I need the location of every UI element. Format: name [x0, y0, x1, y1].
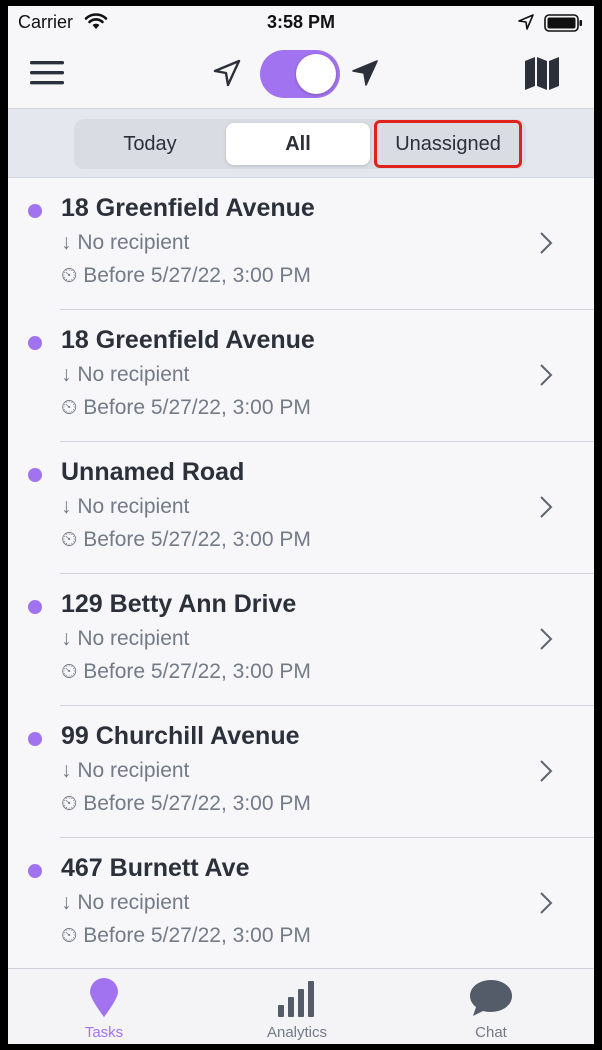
task-recipient: ↓ No recipient [61, 363, 190, 386]
status-dot [28, 732, 42, 746]
task-address: 99 Churchill Avenue [61, 722, 300, 750]
map-pin-icon [88, 977, 120, 1024]
location-filled-icon [350, 58, 380, 88]
status-time: 3:58 PM [266, 12, 336, 32]
clock-icon: ⏲︎ [61, 924, 84, 947]
clock-icon: ⏲︎ [61, 528, 84, 551]
tab-analytics-label: Analytics [266, 1024, 328, 1041]
tab-bar: Tasks Analytics Chat [8, 968, 594, 1044]
task-deadline: ⏲︎ Before 5/27/22, 3:00 PM [61, 528, 311, 552]
segment-all[interactable]: All [226, 123, 370, 165]
task-deadline: ⏲︎ Before 5/27/22, 3:00 PM [61, 792, 311, 816]
task-address: 467 Burnett Ave [61, 854, 250, 882]
bar-chart-icon [276, 977, 318, 1024]
task-row[interactable]: 467 Burnett Ave ↓ No recipient ⏲︎ Before… [8, 838, 594, 970]
task-recipient: ↓ No recipient [61, 759, 190, 782]
status-dot [28, 468, 42, 482]
task-row[interactable]: 129 Betty Ann Drive ↓ No recipient ⏲︎ Be… [8, 574, 594, 706]
clock-icon: ⏲︎ [61, 396, 84, 419]
task-deadline: ⏲︎ Before 5/27/22, 3:00 PM [61, 264, 311, 288]
task-list: 18 Greenfield Avenue ↓ No recipient ⏲︎ B… [8, 178, 594, 970]
status-dot [28, 864, 42, 878]
chevron-right-icon [536, 494, 556, 520]
tab-tasks[interactable]: Tasks [24, 969, 184, 1044]
task-row[interactable]: Unnamed Road ↓ No recipient ⏲︎ Before 5/… [8, 442, 594, 574]
task-row[interactable]: 99 Churchill Avenue ↓ No recipient ⏲︎ Be… [8, 706, 594, 838]
location-arrow-icon [518, 14, 534, 35]
task-deadline-text: Before 5/27/22, 3:00 PM [83, 792, 311, 815]
task-address: 18 Greenfield Avenue [61, 326, 315, 354]
chevron-right-icon [536, 362, 556, 388]
chevron-right-icon [536, 758, 556, 784]
clock-icon: ⏲︎ [61, 660, 84, 683]
task-deadline-text: Before 5/27/22, 3:00 PM [83, 264, 311, 287]
chat-bubble-icon [468, 977, 514, 1024]
status-bar: Carrier 3:58 PM [8, 6, 594, 42]
task-deadline: ⏲︎ Before 5/27/22, 3:00 PM [61, 660, 311, 684]
app-screen: Carrier 3:58 PM Today All Unassigned 18 … [8, 6, 594, 1044]
filter-segmented-control: Today All Unassigned [74, 119, 526, 169]
task-row[interactable]: 18 Greenfield Avenue ↓ No recipient ⏲︎ B… [8, 310, 594, 442]
map-icon[interactable] [522, 54, 562, 92]
task-address: Unnamed Road [61, 458, 245, 486]
tab-chat-label: Chat [475, 1024, 507, 1041]
segment-today[interactable]: Today [78, 123, 222, 165]
segment-unassigned[interactable]: Unassigned [374, 120, 522, 168]
status-dot [28, 204, 42, 218]
task-deadline-text: Before 5/27/22, 3:00 PM [83, 924, 311, 947]
task-deadline: ⏲︎ Before 5/27/22, 3:00 PM [61, 396, 311, 420]
task-address: 129 Betty Ann Drive [61, 590, 297, 618]
clock-icon: ⏲︎ [61, 264, 84, 287]
task-row[interactable]: 18 Greenfield Avenue ↓ No recipient ⏲︎ B… [8, 178, 594, 310]
chevron-right-icon [536, 626, 556, 652]
status-dot [28, 336, 42, 350]
toggle-knob [296, 54, 336, 94]
battery-icon [544, 14, 584, 37]
filter-bar: Today All Unassigned [8, 108, 594, 178]
task-recipient: ↓ No recipient [61, 627, 190, 650]
task-deadline: ⏲︎ Before 5/27/22, 3:00 PM [61, 924, 311, 948]
task-recipient: ↓ No recipient [61, 495, 190, 518]
task-deadline-text: Before 5/27/22, 3:00 PM [83, 396, 311, 419]
task-deadline-text: Before 5/27/22, 3:00 PM [83, 528, 311, 551]
task-address: 18 Greenfield Avenue [61, 194, 315, 222]
chevron-right-icon [536, 890, 556, 916]
location-outline-icon [212, 58, 242, 88]
hamburger-menu-icon[interactable] [28, 56, 68, 90]
tab-analytics[interactable]: Analytics [217, 969, 377, 1044]
tab-tasks-label: Tasks [84, 1024, 124, 1041]
nav-header [8, 42, 594, 108]
clock-icon: ⏲︎ [61, 792, 84, 815]
status-dot [28, 600, 42, 614]
chevron-right-icon [536, 230, 556, 256]
task-recipient: ↓ No recipient [61, 231, 190, 254]
task-recipient: ↓ No recipient [61, 891, 190, 914]
task-deadline-text: Before 5/27/22, 3:00 PM [83, 660, 311, 683]
tracking-toggle[interactable] [260, 50, 340, 98]
tab-chat[interactable]: Chat [411, 969, 571, 1044]
